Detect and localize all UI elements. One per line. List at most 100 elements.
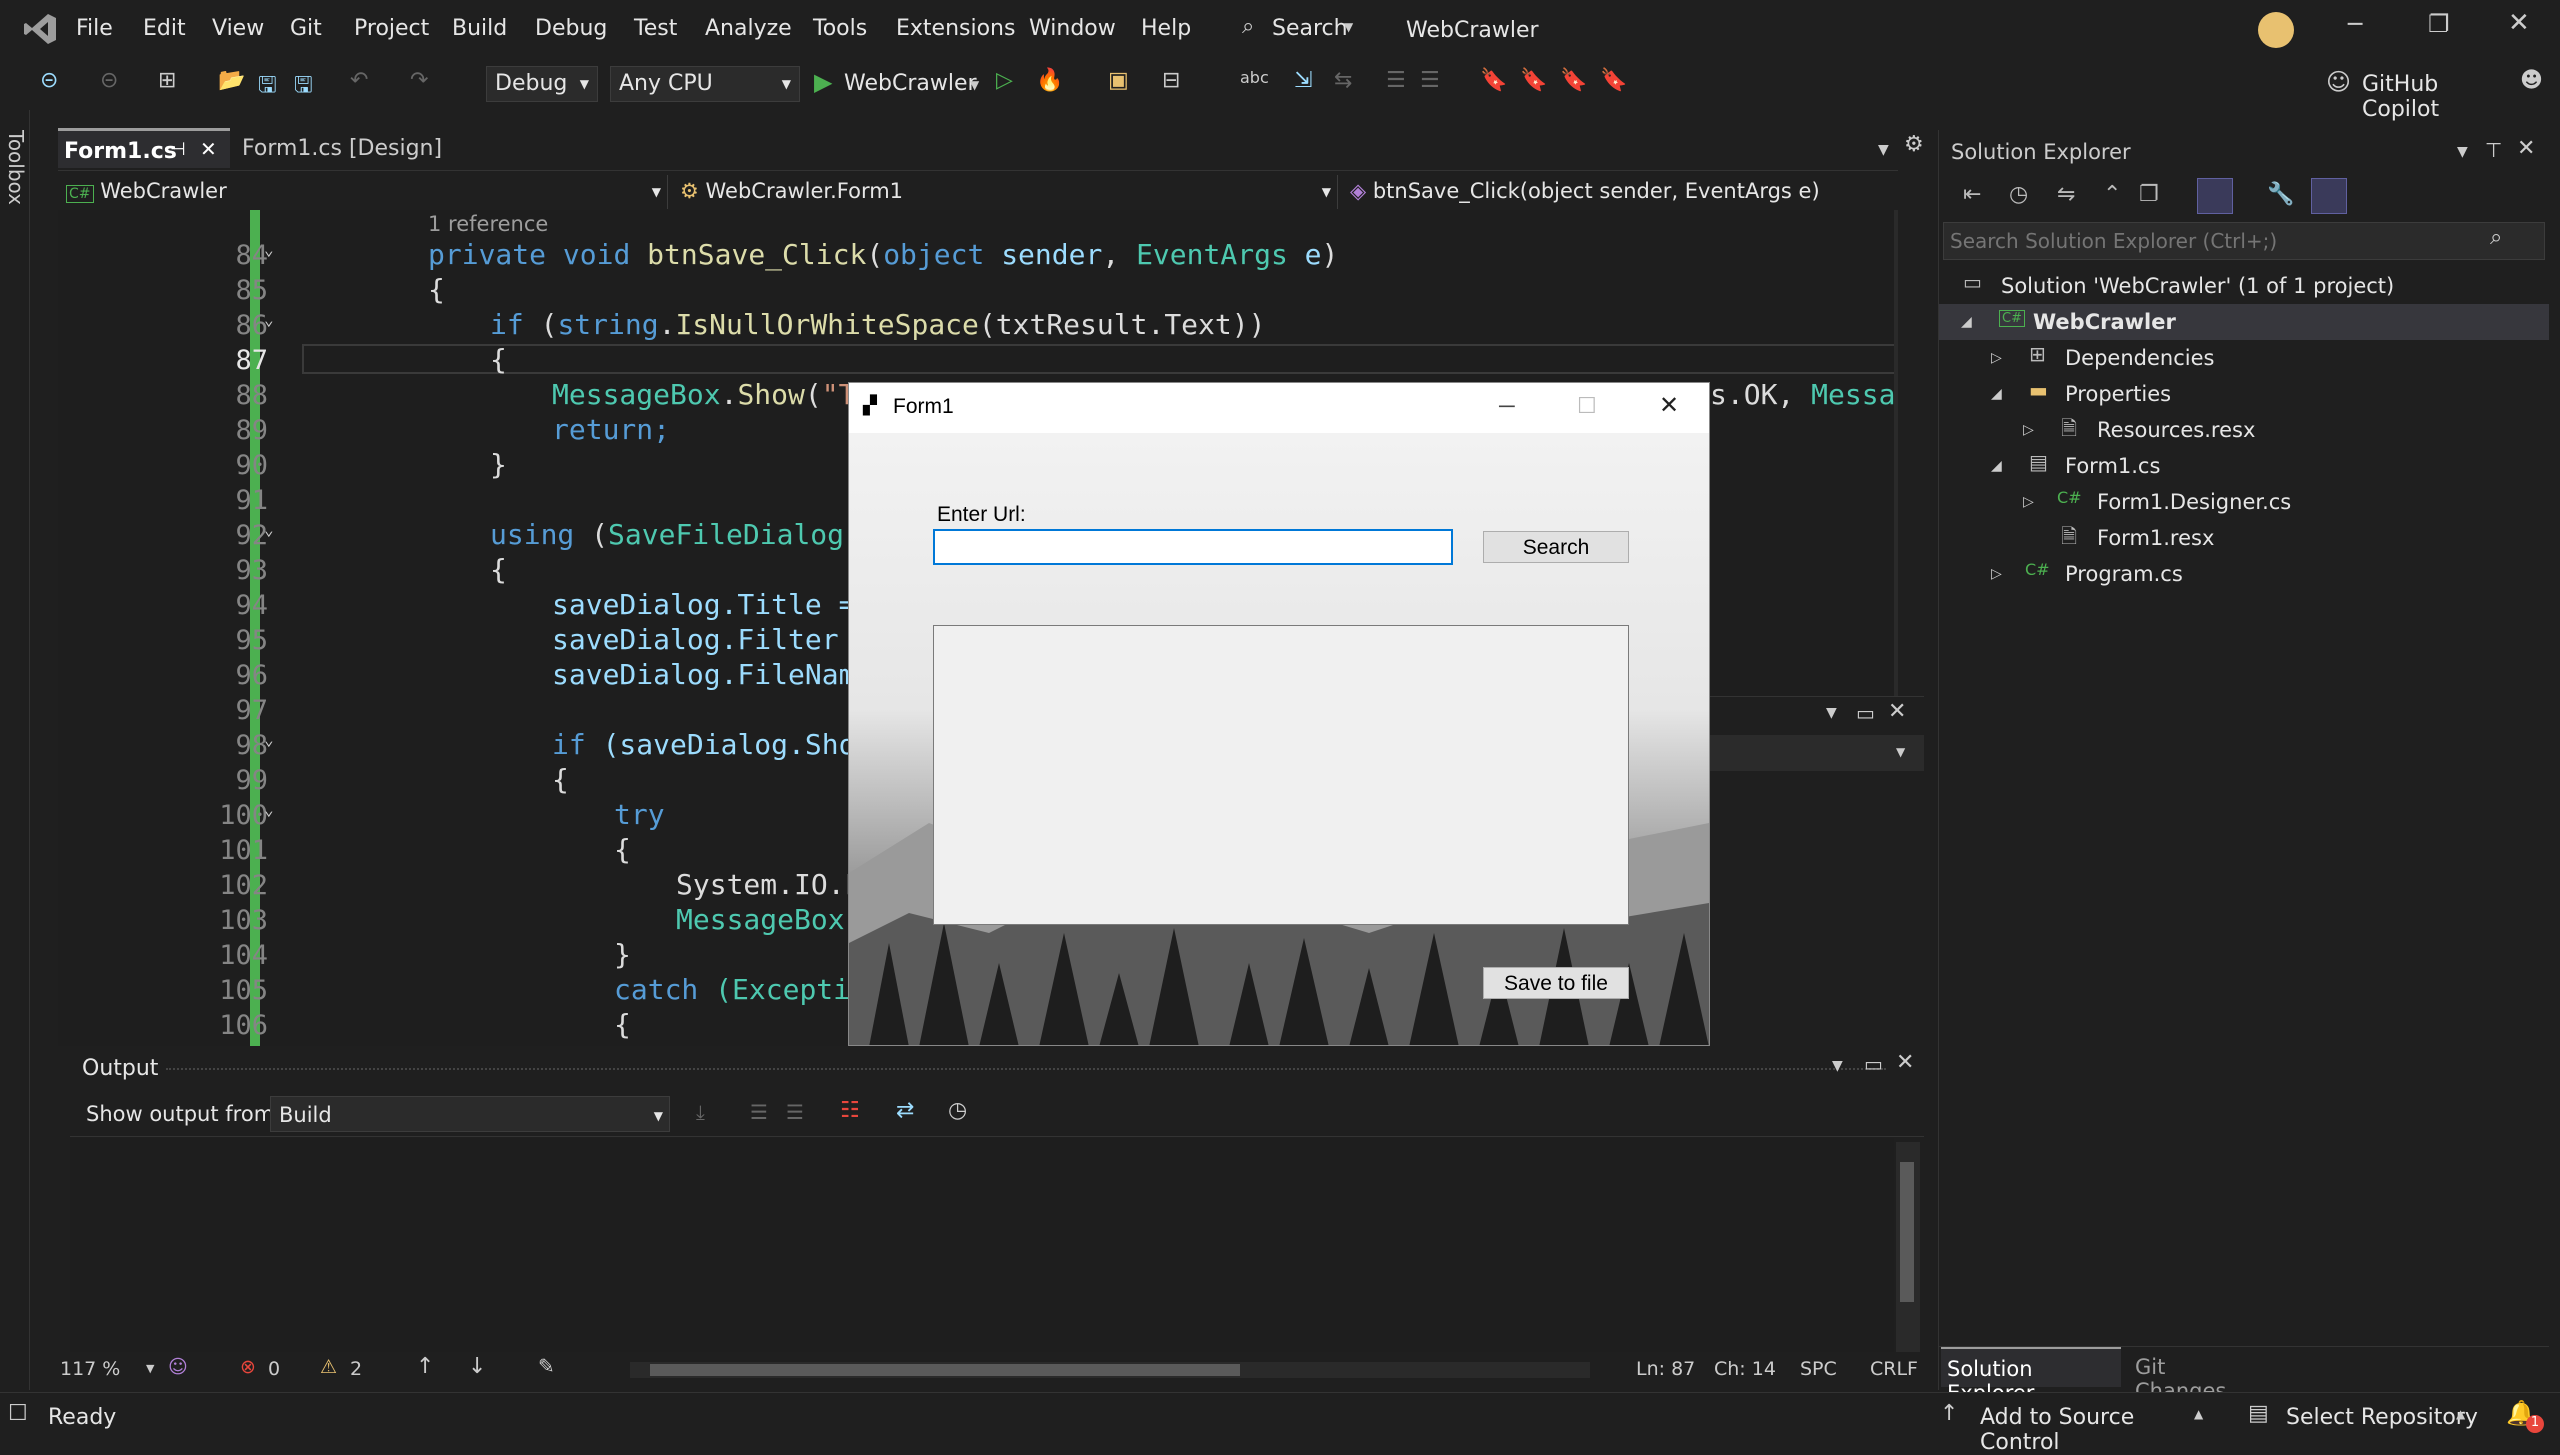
tree-item-resources[interactable]: ▷ 🗎 Resources.resx <box>1939 412 2549 448</box>
next-message-icon[interactable]: ☰ <box>786 1100 804 1124</box>
menu-edit[interactable]: Edit <box>143 16 186 41</box>
scrollbar-thumb[interactable] <box>1900 1162 1914 1302</box>
preview-selected-button[interactable] <box>2311 178 2347 214</box>
menu-debug[interactable]: Debug <box>535 16 607 41</box>
code-cleanup-icon[interactable]: ✎ <box>538 1354 555 1378</box>
form1-titlebar[interactable]: ▞ Form1 ─ ☐ ✕ <box>849 383 1709 433</box>
collapse-icon[interactable]: ⌄ <box>264 730 274 749</box>
output-source-dropdown[interactable]: Build ▼ <box>270 1096 670 1132</box>
menu-project[interactable]: Project <box>354 16 429 41</box>
expanded-arrow-icon[interactable]: ◢ <box>1991 458 2002 474</box>
back-icon[interactable]: ⊝ <box>40 68 58 93</box>
chevron-down-icon[interactable]: ▼ <box>1826 705 1837 721</box>
output-vertical-scrollbar[interactable] <box>1896 1142 1920 1356</box>
next-issue-icon[interactable]: ↓ <box>468 1354 486 1379</box>
minimize-icon[interactable]: ─ <box>1499 393 1515 419</box>
copilot-status-icon[interactable]: ☺ <box>168 1356 188 1378</box>
redo-icon[interactable]: ↷ <box>410 68 428 93</box>
close-icon[interactable]: ✕ <box>2517 136 2535 161</box>
collapse-icon[interactable]: ⌄ <box>264 520 274 539</box>
member-dropdown[interactable]: ◈ btnSave_Click(object sender, EventArgs… <box>1342 175 1958 209</box>
project-dropdown[interactable]: C# WebCrawler ▼ <box>58 175 668 209</box>
collapse-icon[interactable]: ⌄ <box>264 800 274 819</box>
drag-handle[interactable] <box>166 1068 1886 1072</box>
tree-item-form1-designer[interactable]: ▷ C# Form1.Designer.cs <box>1939 484 2549 520</box>
url-input[interactable] <box>933 529 1453 565</box>
collapsed-arrow-icon[interactable]: ▷ <box>1991 566 2002 582</box>
tree-item-dependencies[interactable]: ▷ ⊞ Dependencies <box>1939 340 2549 376</box>
save-icon[interactable]: 🖫 <box>258 68 277 106</box>
clear-bookmarks-icon[interactable]: 🔖 <box>1600 68 1627 93</box>
tab-form1-design[interactable]: Form1.cs [Design] <box>236 128 476 168</box>
tree-item-form1-cs[interactable]: ◢ ▤ Form1.cs <box>1939 448 2549 484</box>
close-icon[interactable]: ✕ <box>2508 8 2530 38</box>
view-toggle-button[interactable] <box>2197 178 2233 214</box>
error-icon[interactable]: ⊗ <box>240 1356 256 1378</box>
expanded-arrow-icon[interactable]: ◢ <box>1991 386 2002 402</box>
comment-icon[interactable]: ☰ <box>1386 68 1406 93</box>
refresh-icon[interactable]: ⇋ <box>2057 182 2075 207</box>
find-message-icon[interactable]: ⤓ <box>696 1100 705 1124</box>
pin-icon[interactable]: ⊤ <box>2485 138 2502 162</box>
platform-dropdown[interactable]: Any CPU ▼ <box>610 66 800 102</box>
maximize-icon[interactable]: ▭ <box>1856 701 1875 725</box>
menu-git[interactable]: Git <box>290 16 322 41</box>
collapsed-arrow-icon[interactable]: ▷ <box>2023 494 2034 510</box>
tool-window-dropdown[interactable]: ▼ <box>1710 735 1924 771</box>
menu-extensions[interactable]: Extensions <box>896 16 1015 41</box>
configuration-dropdown[interactable]: Debug ▼ <box>486 66 598 102</box>
line-ending-indicator[interactable]: CRLF <box>1870 1358 1918 1380</box>
step-icon[interactable]: ⇲ <box>1294 68 1312 93</box>
zoom-dropdown[interactable]: 117 % ▼ <box>60 1358 160 1380</box>
save-to-file-button[interactable]: Save to file <box>1483 967 1629 999</box>
close-icon[interactable]: ✕ <box>200 137 217 161</box>
feedback-icon[interactable]: ☻ <box>2520 68 2543 93</box>
select-repository-button[interactable]: ▤ Select Repository ▲ <box>2248 1399 2488 1435</box>
tab-overflow-icon[interactable]: ▼ <box>1878 142 1889 158</box>
maximize-icon[interactable]: ☐ <box>1577 393 1597 419</box>
start-without-debugging-icon[interactable]: ▷ <box>996 68 1013 93</box>
avatar[interactable] <box>2258 12 2294 48</box>
solution-search-box[interactable]: ⌕ <box>1943 222 2545 260</box>
restore-icon[interactable]: ❐ <box>2428 10 2450 38</box>
expanded-arrow-icon[interactable]: ◢ <box>1961 314 1972 330</box>
menu-tools[interactable]: Tools <box>813 16 867 41</box>
word-wrap-icon[interactable]: ⇄ <box>896 1098 914 1123</box>
uncomment-icon[interactable]: ☰ <box>1420 68 1440 93</box>
notifications-area-icon[interactable]: ☐ <box>8 1401 28 1426</box>
step-over-icon[interactable]: ⇆ <box>1334 68 1352 93</box>
menu-build[interactable]: Build <box>452 16 507 41</box>
open-folder-icon[interactable]: 📂 <box>218 68 245 93</box>
spacing-indicator[interactable]: SPC <box>1800 1358 1837 1380</box>
menu-file[interactable]: File <box>76 16 113 41</box>
bookmark-icon[interactable]: 🔖 <box>1480 68 1507 93</box>
add-to-source-control-button[interactable]: ↑ Add to Source Control ▲ <box>1940 1399 2220 1455</box>
close-icon[interactable]: ✕ <box>1888 699 1906 724</box>
menu-window[interactable]: Window <box>1029 16 1116 41</box>
menu-analyze[interactable]: Analyze <box>705 16 792 41</box>
layout-icon[interactable]: ⊟ <box>1162 68 1180 93</box>
spell-check-icon[interactable]: abc <box>1240 68 1269 87</box>
timestamp-icon[interactable]: ◷ <box>948 1098 967 1123</box>
clear-all-icon[interactable]: ☷ <box>840 1098 860 1123</box>
save-all-icon[interactable]: 🖫 <box>294 68 313 106</box>
previous-issue-icon[interactable]: ↑ <box>416 1354 434 1379</box>
menu-view[interactable]: View <box>212 16 264 41</box>
hot-reload-icon[interactable]: 🔥 <box>1036 68 1063 93</box>
next-bookmark-icon[interactable]: 🔖 <box>1560 68 1587 93</box>
collapsed-arrow-icon[interactable]: ▷ <box>1991 350 2002 366</box>
tree-item-properties[interactable]: ◢ ▬ Properties <box>1939 376 2549 412</box>
show-all-files-icon[interactable]: ❐ <box>2139 182 2159 207</box>
toolbox-strip[interactable]: Toolbox <box>0 110 30 1390</box>
settings-icon[interactable]: ⚙ <box>1904 132 1924 157</box>
pending-changes-icon[interactable]: ◷ <box>2009 182 2028 207</box>
copilot-button[interactable]: ☺ GitHub Copilot <box>2326 66 2516 122</box>
minimize-icon[interactable]: ─ <box>2348 10 2362 38</box>
search-button[interactable]: Search <box>1483 531 1629 563</box>
collapse-icon[interactable]: ⌄ <box>264 310 274 329</box>
sync-view-icon[interactable]: ⇤ <box>1963 182 1981 207</box>
tab-git-changes[interactable]: Git Changes <box>2129 1347 2259 1403</box>
class-dropdown[interactable]: ⚙ WebCrawler.Form1 ▼ <box>672 175 1338 209</box>
previous-bookmark-icon[interactable]: 🔖 <box>1520 68 1547 93</box>
close-icon[interactable]: ✕ <box>1896 1050 1914 1075</box>
